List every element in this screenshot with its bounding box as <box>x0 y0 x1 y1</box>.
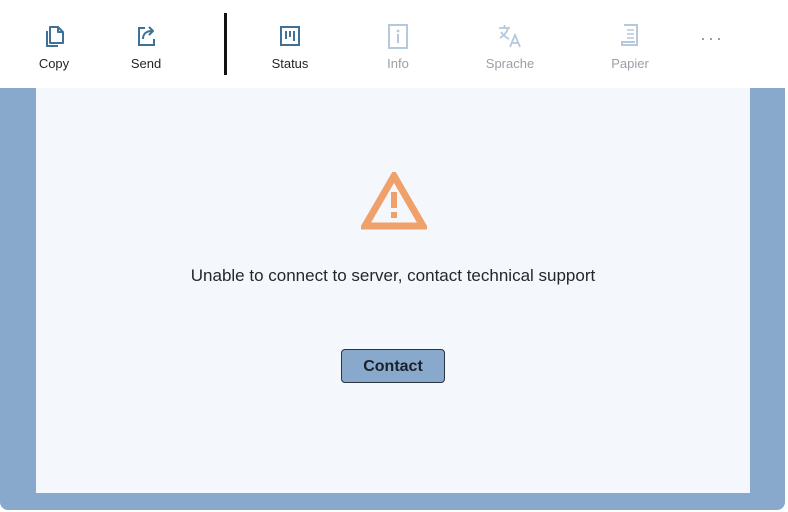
error-message: Unable to connect to server, contact tec… <box>190 266 596 285</box>
info-label: Info <box>387 56 409 71</box>
copy-icon <box>46 26 64 47</box>
copy-label: Copy <box>38 56 70 71</box>
info-icon <box>388 24 408 49</box>
paper-icon <box>621 24 638 46</box>
paper-label: Papier <box>611 56 649 71</box>
toolbar: Copy Send Status Info Sprache Papier ··· <box>0 0 788 88</box>
language-button[interactable]: Sprache <box>478 0 542 88</box>
contact-button[interactable]: Contact <box>341 349 445 383</box>
warning-icon <box>361 172 427 230</box>
language-label: Sprache <box>485 56 535 71</box>
status-label: Status <box>271 56 309 71</box>
toolbar-divider <box>224 13 227 75</box>
copy-button[interactable]: Copy <box>24 0 84 88</box>
send-button[interactable]: Send <box>116 0 176 88</box>
language-icon <box>499 25 521 48</box>
content-panel <box>36 88 750 493</box>
more-options-button[interactable]: ··· <box>692 28 732 48</box>
send-icon <box>138 26 155 46</box>
paper-button[interactable]: Papier <box>598 0 662 88</box>
status-icon <box>280 26 300 46</box>
send-label: Send <box>130 56 162 71</box>
info-button[interactable]: Info <box>368 0 428 88</box>
status-button[interactable]: Status <box>258 0 322 88</box>
